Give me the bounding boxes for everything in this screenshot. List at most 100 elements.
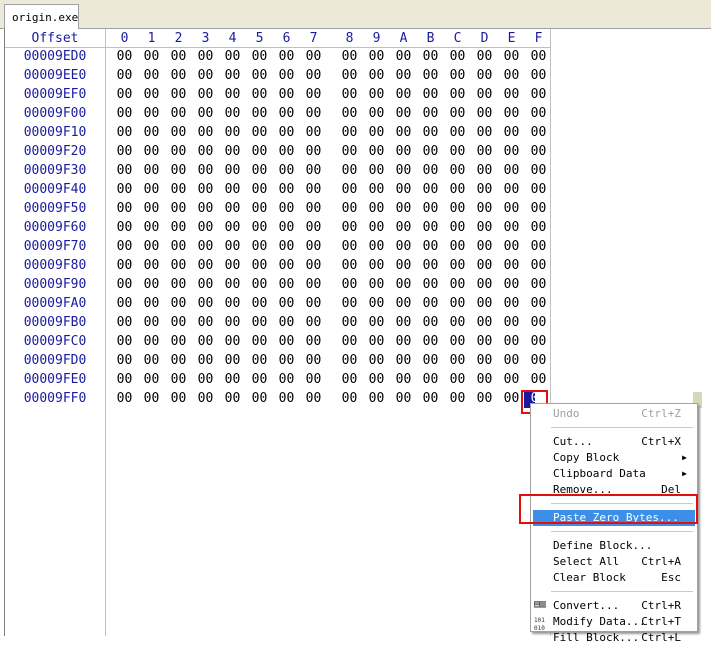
hex-byte[interactable]: 00 xyxy=(219,201,246,216)
hex-byte[interactable]: 00 xyxy=(192,334,219,349)
hex-byte[interactable]: 00 xyxy=(471,201,498,216)
hex-byte[interactable]: 00 xyxy=(336,87,363,102)
hex-byte[interactable]: 00 xyxy=(336,201,363,216)
hex-byte[interactable]: 00 xyxy=(300,68,327,83)
hex-byte[interactable]: 00 xyxy=(525,201,552,216)
hex-byte[interactable]: 00 xyxy=(444,163,471,178)
hex-byte[interactable]: 00 xyxy=(192,182,219,197)
hex-byte[interactable]: 00 xyxy=(246,106,273,121)
hex-byte[interactable]: 00 xyxy=(417,258,444,273)
hex-byte[interactable]: 00 xyxy=(363,220,390,235)
hex-byte[interactable]: 00 xyxy=(246,144,273,159)
hex-byte[interactable]: 00 xyxy=(525,239,552,254)
hex-byte[interactable]: 00 xyxy=(417,201,444,216)
hex-byte[interactable]: 00 xyxy=(336,391,363,406)
hex-byte[interactable]: 00 xyxy=(444,239,471,254)
hex-byte[interactable]: 00 xyxy=(273,296,300,311)
hex-byte[interactable]: 00 xyxy=(336,220,363,235)
hex-byte[interactable]: 00 xyxy=(471,353,498,368)
hex-byte[interactable]: 00 xyxy=(219,353,246,368)
hex-byte[interactable]: 00 xyxy=(165,334,192,349)
hex-byte[interactable]: 00 xyxy=(444,296,471,311)
hex-byte[interactable]: 00 xyxy=(111,68,138,83)
menu-item-define-block[interactable]: Define Block... xyxy=(533,538,695,554)
hex-byte[interactable]: 00 xyxy=(111,106,138,121)
hex-byte[interactable]: 00 xyxy=(336,353,363,368)
hex-byte[interactable]: 00 xyxy=(336,144,363,159)
hex-byte[interactable]: 00 xyxy=(246,315,273,330)
hex-byte[interactable]: 00 xyxy=(273,182,300,197)
hex-byte[interactable]: 00 xyxy=(138,277,165,292)
hex-byte[interactable]: 00 xyxy=(273,220,300,235)
menu-item-undo[interactable]: Undo Ctrl+Z xyxy=(533,406,695,422)
hex-byte[interactable]: 00 xyxy=(246,372,273,387)
hex-byte[interactable]: 00 xyxy=(192,106,219,121)
hex-byte[interactable]: 00 xyxy=(417,163,444,178)
hex-byte[interactable]: 00 xyxy=(390,220,417,235)
hex-byte[interactable]: 00 xyxy=(471,125,498,140)
hex-byte[interactable]: 00 xyxy=(444,87,471,102)
hex-byte[interactable]: 00 xyxy=(138,68,165,83)
hex-byte[interactable]: 00 xyxy=(363,49,390,64)
hex-byte[interactable]: 00 xyxy=(525,353,552,368)
hex-byte[interactable]: 00 xyxy=(165,144,192,159)
hex-byte[interactable]: 00 xyxy=(390,106,417,121)
menu-item-fill-block[interactable]: Fill Block... Ctrl+L xyxy=(533,630,695,646)
hex-byte[interactable]: 00 xyxy=(111,315,138,330)
hex-byte[interactable]: 00 xyxy=(219,296,246,311)
hex-byte[interactable]: 00 xyxy=(138,144,165,159)
hex-byte[interactable]: 00 xyxy=(498,353,525,368)
hex-byte[interactable]: 00 xyxy=(444,220,471,235)
hex-byte[interactable]: 00 xyxy=(300,391,327,406)
hex-byte[interactable]: 00 xyxy=(300,106,327,121)
hex-byte[interactable]: 00 xyxy=(498,163,525,178)
menu-item-select-all[interactable]: Select All Ctrl+A xyxy=(533,554,695,570)
hex-byte[interactable]: 00 xyxy=(444,315,471,330)
hex-byte[interactable]: 00 xyxy=(111,296,138,311)
hex-byte[interactable]: 00 xyxy=(390,239,417,254)
hex-byte[interactable]: 00 xyxy=(165,391,192,406)
hex-byte[interactable]: 00 xyxy=(138,201,165,216)
hex-byte[interactable]: 00 xyxy=(417,239,444,254)
hex-byte[interactable]: 00 xyxy=(498,87,525,102)
hex-byte[interactable]: 00 xyxy=(390,125,417,140)
hex-byte[interactable]: 00 xyxy=(111,391,138,406)
hex-byte[interactable]: 00 xyxy=(336,277,363,292)
hex-byte[interactable]: 00 xyxy=(138,258,165,273)
hex-byte[interactable]: 00 xyxy=(165,106,192,121)
hex-byte[interactable]: 00 xyxy=(444,125,471,140)
hex-byte[interactable]: 00 xyxy=(111,163,138,178)
hex-byte[interactable]: 00 xyxy=(336,106,363,121)
hex-byte[interactable]: 00 xyxy=(363,353,390,368)
hex-byte[interactable]: 00 xyxy=(273,315,300,330)
hex-byte[interactable]: 00 xyxy=(192,144,219,159)
hex-byte[interactable]: 00 xyxy=(138,106,165,121)
hex-byte[interactable]: 00 xyxy=(300,334,327,349)
hex-byte[interactable]: 00 xyxy=(498,372,525,387)
hex-byte[interactable]: 00 xyxy=(498,201,525,216)
hex-byte[interactable]: 00 xyxy=(219,87,246,102)
hex-byte[interactable]: 00 xyxy=(192,296,219,311)
hex-byte[interactable]: 00 xyxy=(444,258,471,273)
hex-byte[interactable]: 00 xyxy=(300,372,327,387)
hex-byte[interactable]: 00 xyxy=(138,49,165,64)
hex-byte[interactable]: 00 xyxy=(471,144,498,159)
hex-byte[interactable]: 00 xyxy=(498,220,525,235)
hex-byte[interactable]: 00 xyxy=(219,258,246,273)
hex-byte[interactable]: 00 xyxy=(363,372,390,387)
hex-byte[interactable]: 00 xyxy=(138,353,165,368)
hex-byte[interactable]: 00 xyxy=(111,182,138,197)
hex-byte[interactable]: 00 xyxy=(525,258,552,273)
hex-byte[interactable]: 00 xyxy=(111,239,138,254)
hex-byte[interactable]: 00 xyxy=(246,277,273,292)
hex-byte[interactable]: 00 xyxy=(246,201,273,216)
hex-byte[interactable]: 00 xyxy=(300,239,327,254)
hex-byte[interactable]: 00 xyxy=(363,182,390,197)
hex-byte[interactable]: 00 xyxy=(525,106,552,121)
hex-byte[interactable]: 00 xyxy=(273,106,300,121)
hex-byte[interactable]: 00 xyxy=(111,258,138,273)
hex-byte[interactable]: 00 xyxy=(417,182,444,197)
hex-byte[interactable]: 00 xyxy=(417,125,444,140)
hex-byte[interactable]: 00 xyxy=(471,258,498,273)
hex-byte[interactable]: 00 xyxy=(111,220,138,235)
